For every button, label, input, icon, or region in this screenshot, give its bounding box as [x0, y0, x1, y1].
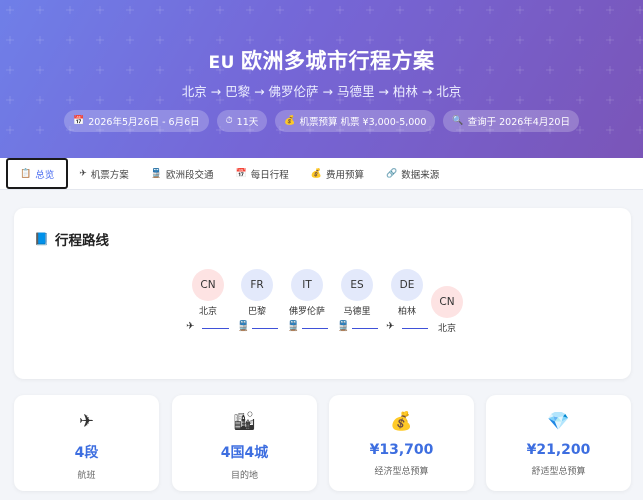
- route-connector: [402, 328, 428, 329]
- clipboard-icon: 📋: [20, 168, 32, 179]
- route-connector: [252, 328, 278, 329]
- cityscape-icon: 🏙: [233, 411, 256, 432]
- money-bag-icon: 💰: [284, 116, 296, 126]
- gem-icon: 💎: [547, 411, 570, 432]
- page-title: EU 欧洲多城市行程方案: [208, 49, 435, 73]
- tab-europe-transport[interactable]: 🚆 欧洲段交通: [140, 158, 225, 189]
- country-badge: CN: [431, 286, 463, 318]
- tab-overview[interactable]: 📋 总览: [6, 158, 69, 189]
- route-connector: [202, 328, 229, 329]
- tab-daily-itinerary[interactable]: 📅 每日行程: [225, 158, 300, 189]
- hero-banner: EU 欧洲多城市行程方案 北京 → 巴黎 → 佛罗伦萨 → 马德里 → 柏林 → …: [0, 0, 643, 158]
- money-bag-icon: 💰: [310, 168, 322, 179]
- country-badge: ES: [341, 269, 373, 301]
- train-icon: 🚆: [150, 168, 163, 179]
- stat-label: 目的地: [230, 471, 258, 481]
- money-bag-icon: 💰: [390, 411, 413, 432]
- book-icon: 📘: [34, 232, 49, 246]
- stopwatch-icon: ⏱: [225, 116, 233, 126]
- stat-card-economy-budget: 💰 ¥13,700 经济型总预算: [329, 395, 474, 491]
- route-card: 📘 行程路线 CN 北京 FR 巴黎 IT 佛罗伦萨 ES 马德里 DE 柏林 …: [14, 208, 631, 379]
- city-beijing-end: CN 北京: [417, 286, 477, 334]
- stat-value: ¥21,200: [526, 442, 591, 458]
- link-icon: 🔗: [386, 168, 398, 179]
- stat-card-destinations: 🏙 4国4城 目的地: [172, 395, 317, 491]
- airplane-icon: ✈: [78, 411, 95, 432]
- info-chips: 📅 2026年5月26日 - 6月6日 ⏱ 11天 💰 机票预算 机票 ¥3,0…: [0, 110, 643, 132]
- route-connector: [302, 328, 328, 329]
- stat-card-flights: ✈ 4段 航班: [14, 395, 159, 491]
- stat-label: 航班: [77, 471, 96, 481]
- train-icon: 🚆: [287, 321, 300, 332]
- route-summary: 北京 → 巴黎 → 佛罗伦萨 → 马德里 → 柏林 → 北京: [181, 84, 462, 99]
- duration-chip: ⏱ 11天: [216, 110, 268, 132]
- airplane-icon: ✈: [386, 321, 395, 332]
- stat-card-comfort-budget: 💎 ¥21,200 舒适型总预算: [486, 395, 631, 491]
- tab-data-sources[interactable]: 🔗 数据来源: [375, 158, 450, 189]
- budget-chip: 💰 机票预算 机票 ¥3,000-5,000: [275, 110, 436, 132]
- stat-label: 经济型总预算: [374, 467, 429, 477]
- train-icon: 🚆: [237, 321, 250, 332]
- query-date-chip: 🔍 查询于 2026年4月20日: [443, 110, 579, 132]
- eu-flag-icon: EU: [208, 53, 235, 73]
- tab-bar: 📋 总览 ✈ 机票方案 🚆 欧洲段交通 📅 每日行程 💰 费用预算 🔗 数据来源: [0, 158, 643, 190]
- tab-flights[interactable]: ✈ 机票方案: [68, 158, 140, 189]
- search-icon: 🔍: [452, 116, 464, 126]
- train-icon: 🚆: [337, 321, 350, 332]
- route-connector: [352, 328, 378, 329]
- country-badge: FR: [241, 269, 273, 301]
- airplane-icon: ✈: [186, 321, 195, 332]
- stat-value: 4国4城: [220, 445, 269, 461]
- tab-budget[interactable]: 💰 费用预算: [300, 158, 375, 189]
- calendar-icon: 📅: [73, 116, 85, 126]
- calendar-icon: 📅: [235, 168, 247, 179]
- stat-value: ¥13,700: [369, 442, 434, 458]
- airplane-icon: ✈: [79, 168, 87, 179]
- country-badge: CN: [192, 269, 224, 301]
- stat-label: 舒适型总预算: [531, 467, 586, 477]
- stat-value: 4段: [74, 445, 99, 461]
- country-badge: IT: [291, 269, 323, 301]
- hero-pattern: [6, 6, 643, 134]
- date-range-chip: 📅 2026年5月26日 - 6月6日: [64, 110, 209, 132]
- section-title: 📘 行程路线: [34, 232, 109, 249]
